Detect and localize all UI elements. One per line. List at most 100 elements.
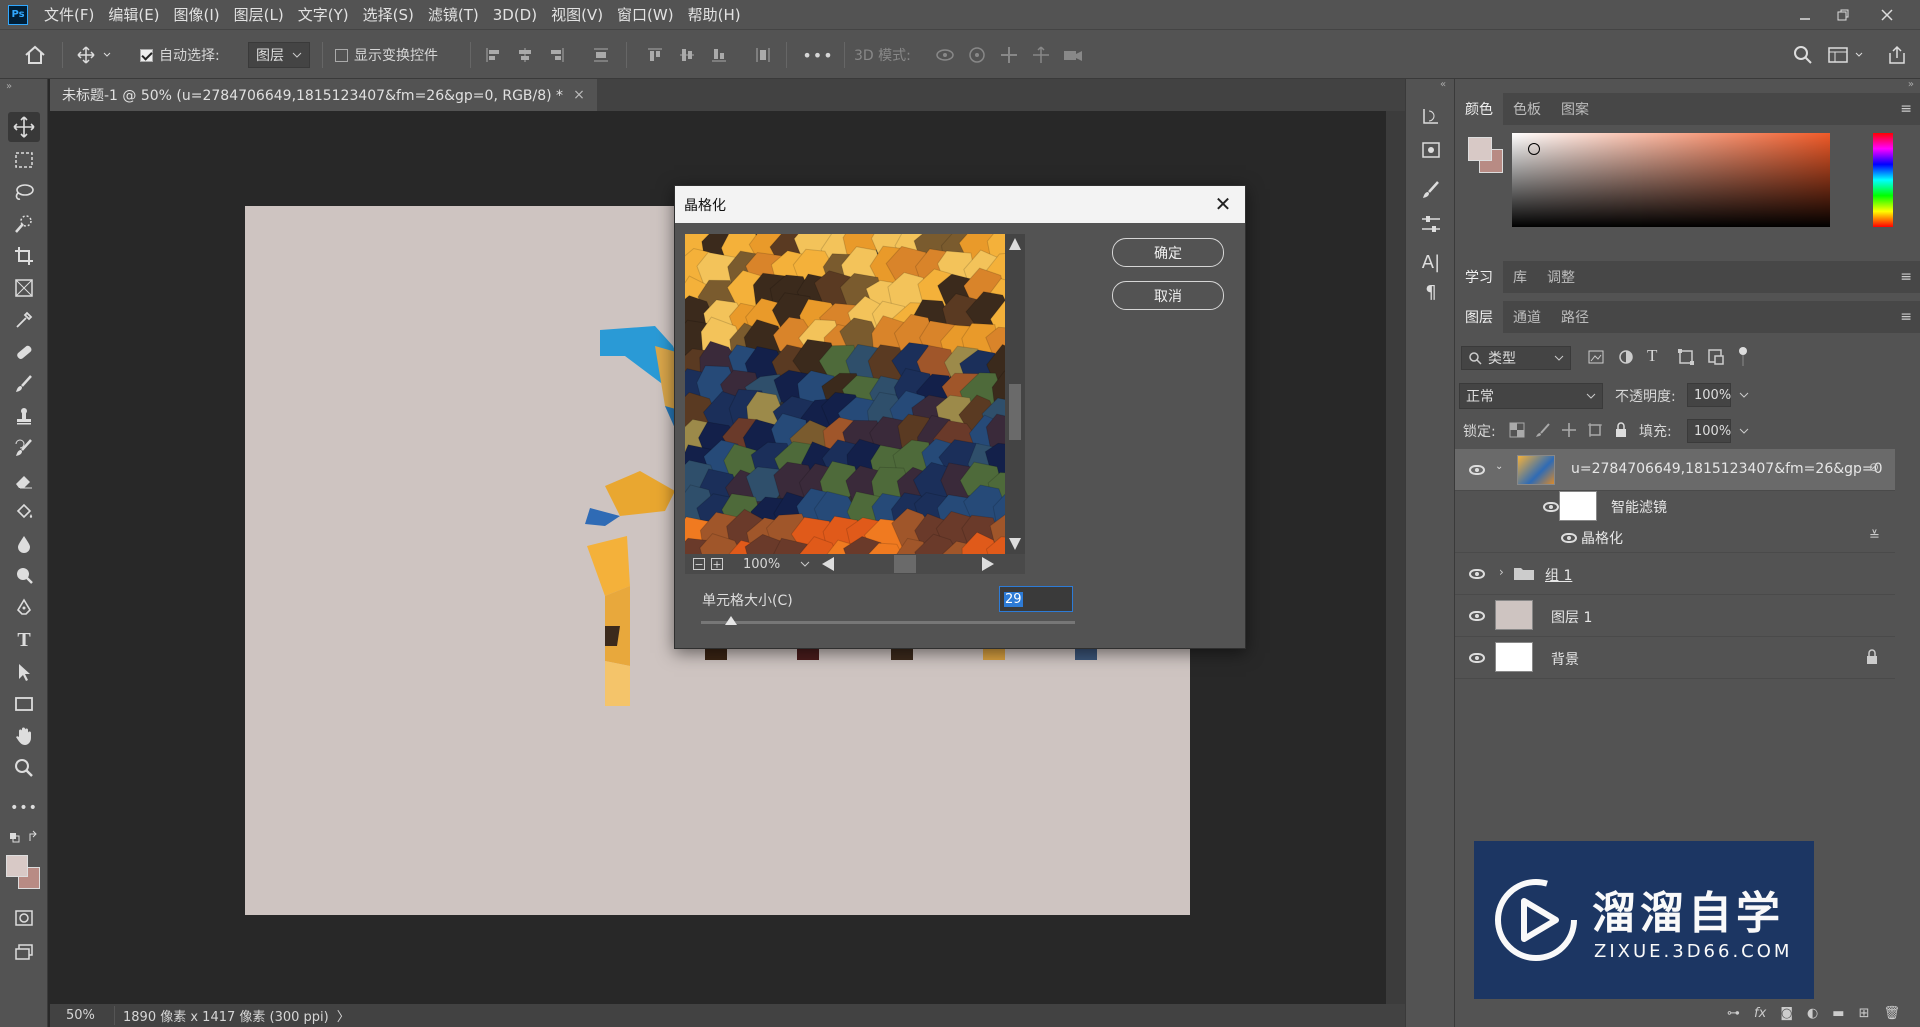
filter-shape-layers-icon[interactable]	[1677, 348, 1697, 368]
visibility-eye-icon[interactable]	[1469, 569, 1485, 579]
zoom-tool-icon[interactable]	[8, 753, 40, 783]
tab-patterns[interactable]: 图案	[1551, 93, 1599, 125]
dialog-close-icon[interactable]: ✕	[1211, 192, 1235, 216]
collapse-arrows-icon[interactable]: »	[1908, 79, 1914, 90]
move-tool-icon[interactable]	[8, 112, 40, 142]
new-group-icon[interactable]: ▬	[1832, 1006, 1844, 1021]
restore-icon[interactable]	[1824, 0, 1862, 29]
smart-filter-link-icon[interactable]: ⊘	[1869, 460, 1879, 474]
scroll-right-icon[interactable]	[982, 557, 995, 571]
preview-vertical-scrollbar[interactable]	[1005, 234, 1025, 554]
cancel-button[interactable]: 取消	[1112, 281, 1224, 310]
move-tool-preset-icon[interactable]	[72, 42, 116, 68]
eraser-tool-icon[interactable]	[8, 465, 40, 495]
hand-tool-icon[interactable]	[8, 721, 40, 751]
character-panel-icon[interactable]: A|	[1415, 247, 1447, 277]
close-tab-icon[interactable]: ×	[573, 87, 585, 103]
color-picker-cursor[interactable]	[1528, 143, 1540, 155]
menu-help[interactable]: 帮助(H)	[681, 4, 748, 25]
layer-row-smart-filters[interactable]: 智能滤镜	[1455, 491, 1895, 523]
menu-image[interactable]: 图像(I)	[167, 4, 227, 25]
cell-size-slider-thumb[interactable]	[724, 616, 737, 625]
zoom-level[interactable]: 50%	[66, 1008, 106, 1023]
dodge-tool-icon[interactable]	[8, 561, 40, 591]
brush-settings-icon[interactable]	[1415, 175, 1447, 205]
crop-tool-icon[interactable]	[8, 241, 40, 271]
lock-all-icon[interactable]	[1613, 422, 1631, 440]
document-tab[interactable]: 未标题-1 @ 50% (u=2784706649,1815123407&fm=…	[50, 79, 597, 111]
foreground-color-swatch[interactable]	[1468, 137, 1492, 161]
color-picker-field[interactable]	[1512, 133, 1830, 227]
menu-edit[interactable]: 编辑(E)	[101, 4, 166, 25]
fill-dropdown-icon[interactable]	[1735, 419, 1753, 443]
search-icon[interactable]	[1790, 42, 1816, 68]
swap-colors-icon[interactable]	[8, 827, 40, 847]
show-transform-checkbox[interactable]	[333, 47, 349, 63]
collapse-arrows-icon[interactable]: «	[1440, 79, 1446, 90]
layer-row-group[interactable]: › 组 1	[1455, 553, 1895, 595]
fill-input[interactable]: 100%	[1687, 419, 1731, 443]
marquee-tool-icon[interactable]	[8, 145, 40, 175]
menu-3d[interactable]: 3D(D)	[486, 6, 544, 24]
tab-channels[interactable]: 通道	[1503, 301, 1551, 333]
path-select-tool-icon[interactable]	[8, 657, 40, 687]
preview-horizontal-scroll-thumb[interactable]	[894, 555, 917, 573]
lock-pixels-icon[interactable]	[1535, 422, 1553, 440]
tab-paths[interactable]: 路径	[1551, 301, 1599, 333]
rectangle-tool-icon[interactable]	[8, 689, 40, 719]
align-top-icon[interactable]	[644, 42, 666, 68]
cell-size-input[interactable]: 29	[999, 586, 1073, 612]
auto-select-target-dropdown[interactable]: 图层	[248, 42, 310, 68]
healing-brush-tool-icon[interactable]	[8, 337, 40, 367]
tab-adjustments[interactable]: 调整	[1537, 261, 1585, 293]
preview-zoom-value[interactable]: 100%	[743, 557, 780, 572]
history-panel-icon[interactable]	[1415, 101, 1447, 131]
3d-orbit-icon[interactable]	[932, 42, 958, 68]
more-options-button[interactable]: •••	[800, 42, 836, 68]
filter-type-layers-icon[interactable]: T	[1647, 346, 1667, 366]
layer-name[interactable]: 晶格化	[1581, 528, 1623, 548]
visibility-eye-icon[interactable]	[1469, 611, 1485, 621]
new-layer-icon[interactable]: ⊞	[1859, 1006, 1870, 1021]
quick-select-tool-icon[interactable]	[8, 209, 40, 239]
tab-layers[interactable]: 图层	[1455, 301, 1503, 333]
align-vcenter-icon[interactable]	[676, 42, 698, 68]
layer-row-smart-object[interactable]: ⌄ u=2784706649,1815123407&fm=26&gp=0 ⊘	[1455, 449, 1895, 491]
ok-button[interactable]: 确定	[1112, 238, 1224, 267]
layer-row-filter[interactable]: 晶格化 ≚	[1455, 523, 1895, 553]
clone-stamp-tool-icon[interactable]	[8, 401, 40, 431]
3d-pan-icon[interactable]	[996, 42, 1022, 68]
layer-row-layer1[interactable]: 图层 1	[1455, 595, 1895, 637]
type-tool-icon[interactable]: T	[8, 625, 40, 655]
panel-menu-icon[interactable]: ≡	[1900, 101, 1912, 117]
status-menu-arrow[interactable]: 〉	[337, 1006, 350, 1025]
paragraph-panel-icon[interactable]: ¶	[1415, 277, 1447, 307]
distribute-icon[interactable]	[590, 42, 612, 68]
filter-pixel-layers-icon[interactable]	[1587, 348, 1607, 368]
align-hcenter-icon[interactable]	[514, 42, 536, 68]
zoom-out-icon[interactable]: −	[693, 558, 705, 571]
opacity-dropdown-icon[interactable]	[1735, 383, 1753, 407]
tab-color[interactable]: 颜色	[1455, 93, 1503, 125]
align-left-icon[interactable]	[482, 42, 504, 68]
menu-select[interactable]: 选择(S)	[356, 4, 421, 25]
3d-roll-icon[interactable]	[964, 42, 990, 68]
3d-slide-icon[interactable]	[1028, 42, 1054, 68]
lock-position-icon[interactable]	[1561, 422, 1579, 440]
share-icon[interactable]	[1884, 42, 1910, 68]
link-layers-icon[interactable]: ⊶	[1727, 1006, 1740, 1021]
lock-transparent-icon[interactable]	[1509, 422, 1527, 440]
workspace-switcher-icon[interactable]	[1826, 42, 1868, 68]
menu-window[interactable]: 窗口(W)	[610, 4, 681, 25]
edit-toolbar-icon[interactable]: •••	[8, 793, 40, 823]
3d-camera-icon[interactable]	[1060, 42, 1086, 68]
menu-layer[interactable]: 图层(L)	[227, 4, 291, 25]
close-icon[interactable]	[1868, 0, 1906, 29]
layer-name[interactable]: 智能滤镜	[1611, 497, 1667, 517]
align-right-icon[interactable]	[546, 42, 568, 68]
blend-mode-dropdown[interactable]: 正常	[1459, 383, 1603, 409]
tab-swatches[interactable]: 色板	[1503, 93, 1551, 125]
filter-blending-options-icon[interactable]: ≚	[1869, 529, 1880, 544]
group-expand-icon[interactable]: ›	[1499, 565, 1504, 579]
filter-adjustment-layers-icon[interactable]	[1617, 348, 1637, 368]
